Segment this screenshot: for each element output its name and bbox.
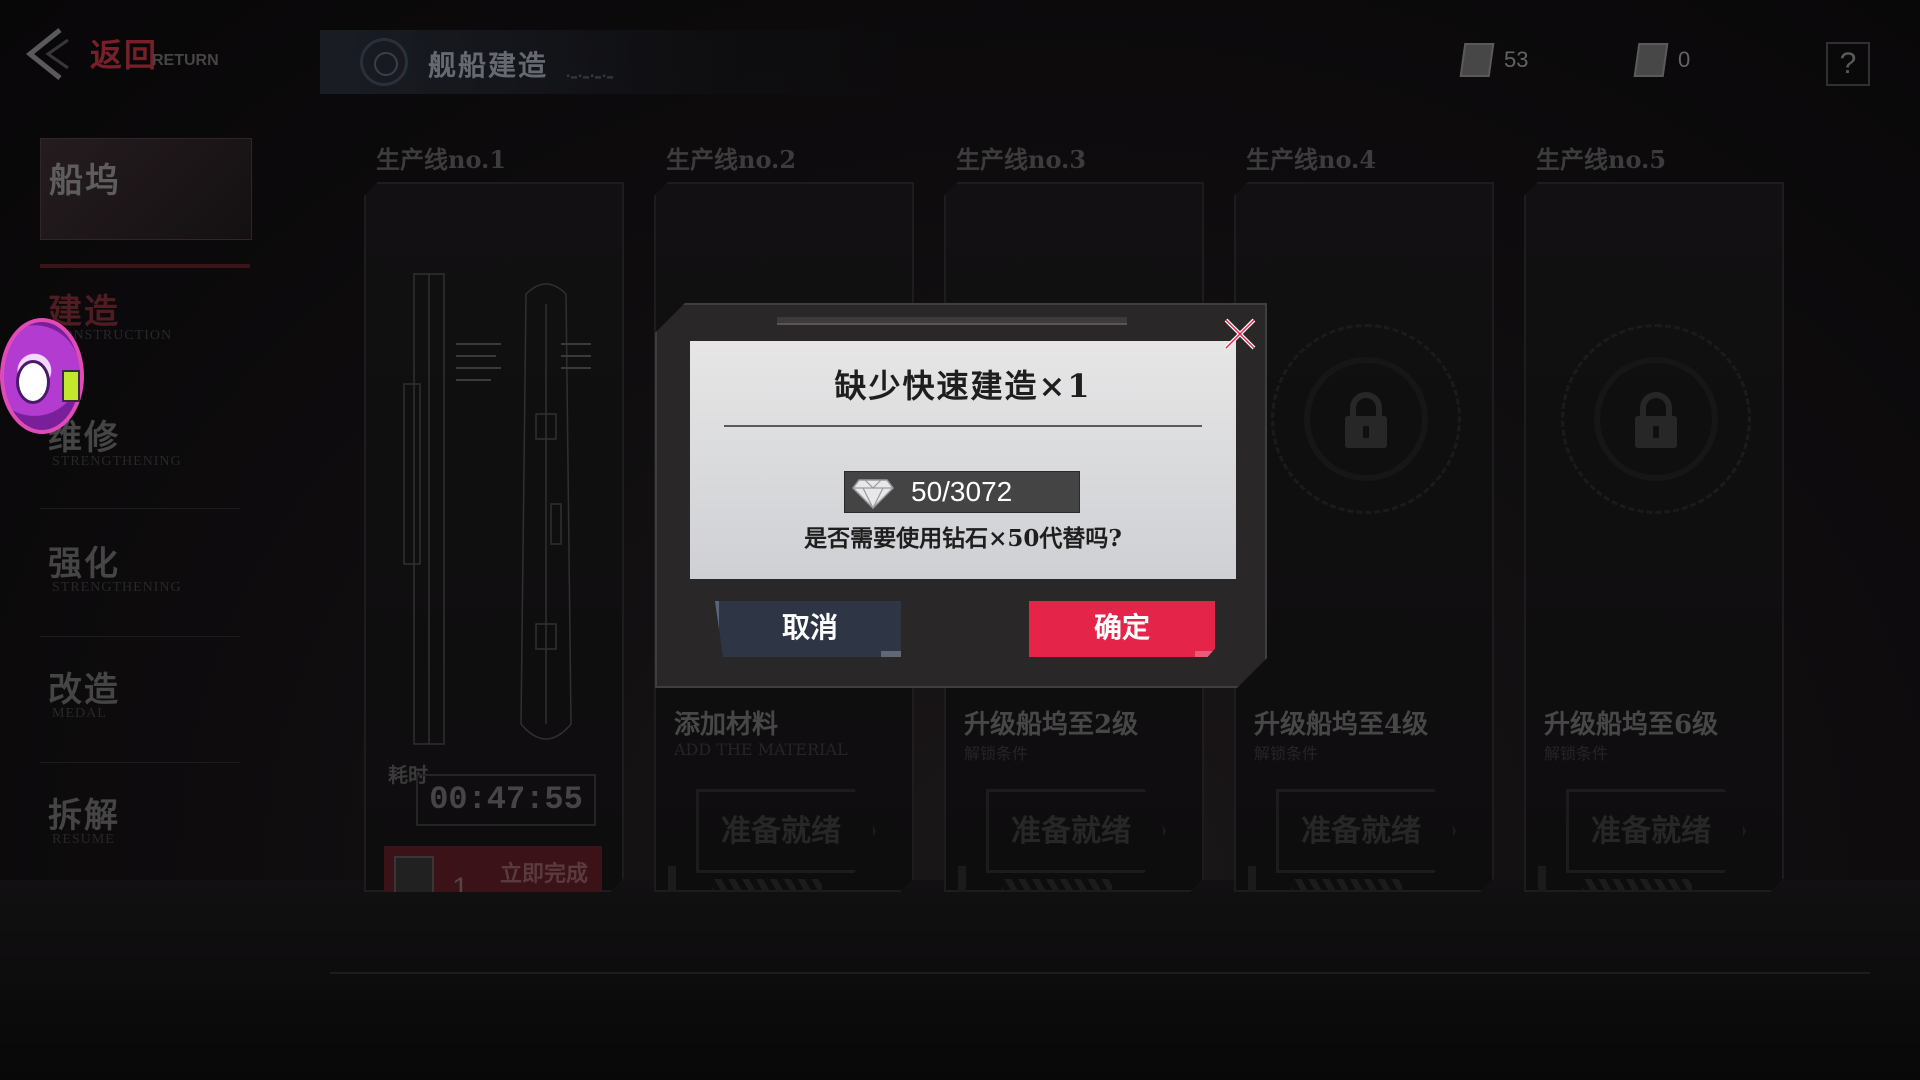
dialog-question: 是否需要使用钻石×50代替吗? [804, 525, 1122, 552]
diamond-cost-box: 50/3072 [844, 471, 1080, 513]
dialog-title: 缺少快速建造×1 [834, 367, 1092, 405]
cancel-button[interactable]: 取消 [715, 601, 901, 657]
confirm-button[interactable]: 确定 [1029, 601, 1215, 657]
mascot-eye [62, 370, 80, 402]
diamond-cost-value: 50/3072 [911, 476, 1013, 507]
confirm-dialog: 缺少快速建造×1 50/3072 是否需要使用钻石×50代替吗? 取消 确定 [655, 303, 1267, 688]
mascot-face [16, 360, 50, 404]
dialog-panel: 缺少快速建造×1 50/3072 是否需要使用钻石×50代替吗? [690, 341, 1236, 579]
mascot-avatar-icon [0, 318, 84, 434]
dialog-top-decoration [777, 317, 1127, 325]
diamond-icon [851, 474, 895, 510]
dialog-divider [724, 425, 1202, 427]
mascot-assistant[interactable] [0, 310, 90, 440]
close-icon[interactable] [1216, 310, 1264, 358]
